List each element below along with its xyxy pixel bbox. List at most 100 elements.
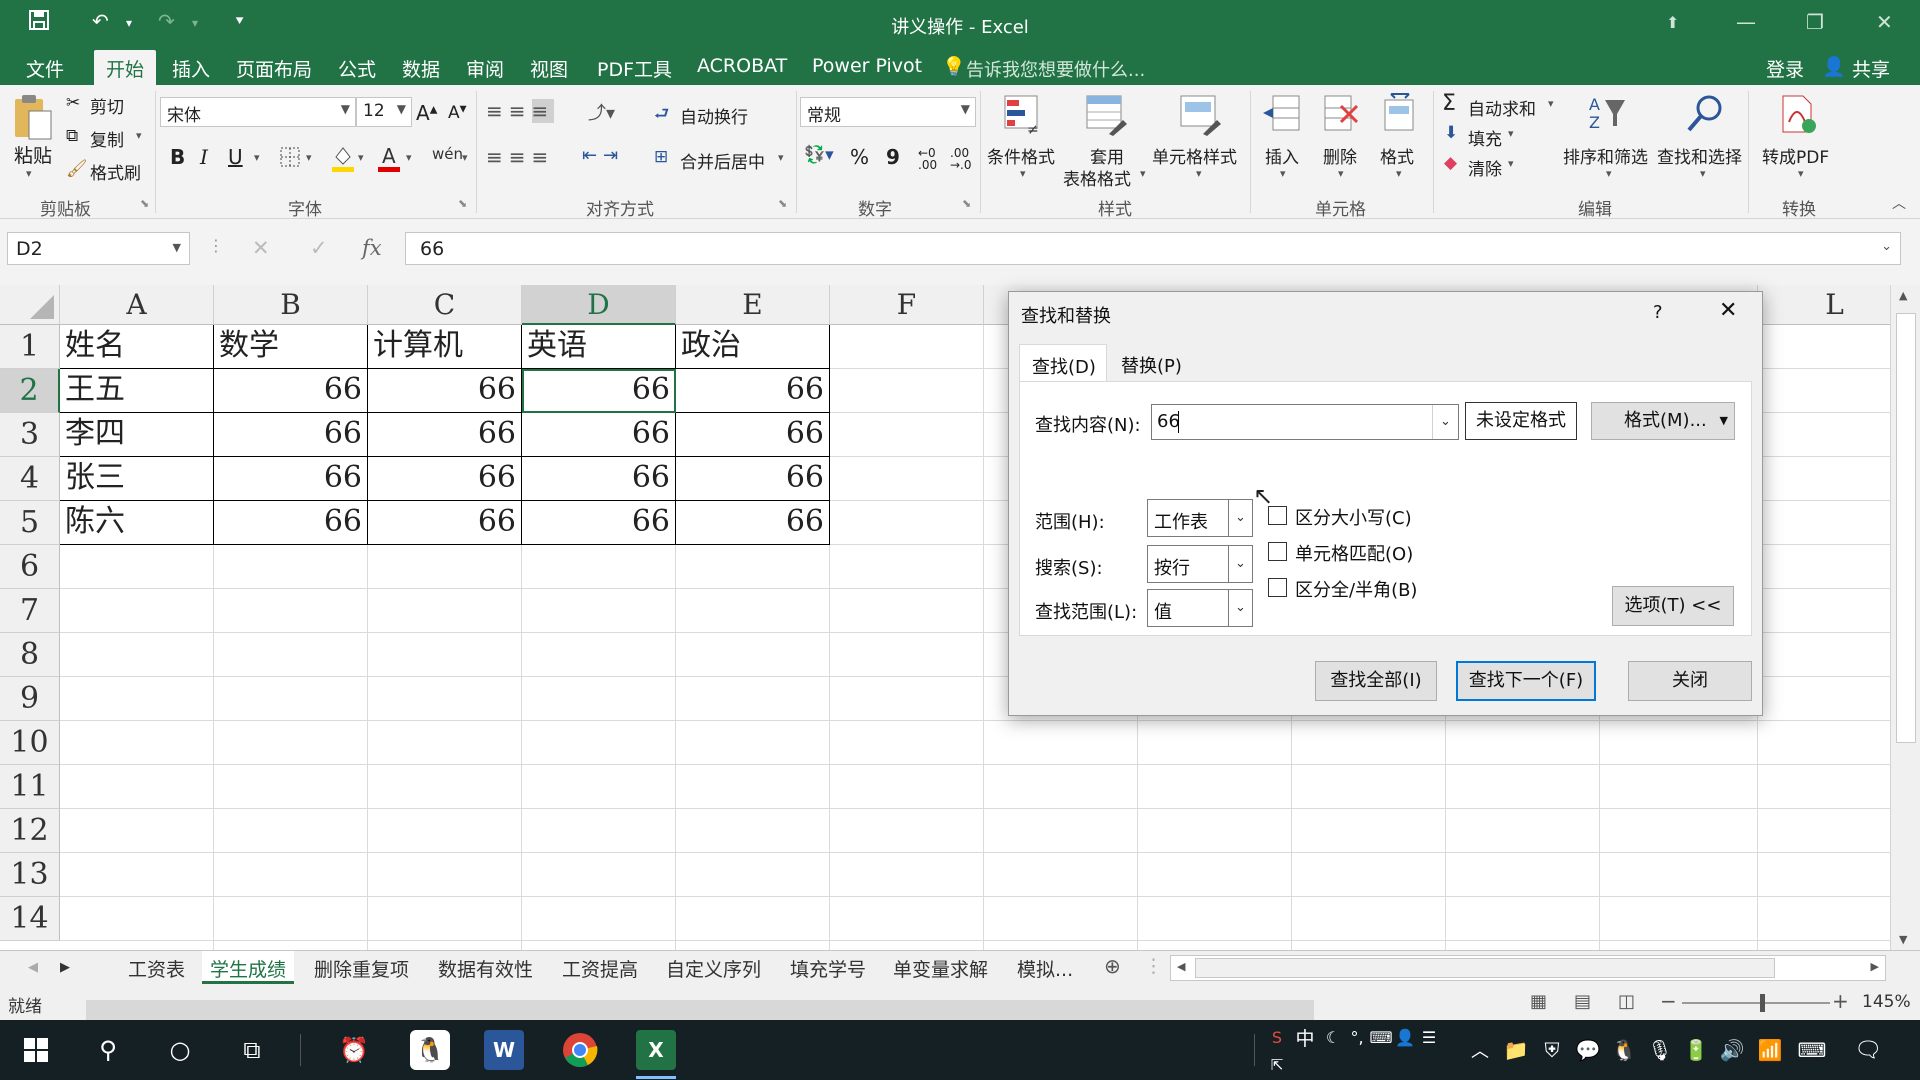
folder-tray-icon[interactable]: 📁 [1496,1030,1536,1070]
add-sheet-icon[interactable]: ⊕ [1104,954,1121,978]
fill-color-dropdown-icon[interactable]: ▾ [358,151,364,164]
select-all-corner[interactable] [0,285,60,325]
sheet-tab-fill-id[interactable]: 填充学号 [790,955,866,982]
tell-me-search[interactable]: 告诉我您想要做什么... [966,56,1145,82]
tab-scroll-left-icon[interactable]: ◀ [28,960,38,975]
paste-dropdown-icon[interactable]: ▾ [26,167,32,180]
cell-styles-dropdown-icon[interactable]: ▾ [1196,167,1202,180]
font-color-dropdown-icon[interactable]: ▾ [406,151,412,164]
volume-tray-icon[interactable]: 🔊 [1712,1030,1752,1070]
qq-tray-icon[interactable]: 🐧 [1604,1030,1644,1070]
clock-app-icon[interactable]: ⏰ [334,1030,374,1070]
cell-d5[interactable]: 66 [522,501,676,545]
tab-formulas[interactable]: 公式 [338,55,376,82]
sheet-tab-student-scores[interactable]: 学生成绩 [202,951,295,984]
sogou-ime-icon[interactable]: S [1264,1024,1290,1050]
page-layout-view-icon[interactable]: ▤ [1574,991,1591,1012]
find-select-button[interactable]: 查找和选择 [1657,143,1742,168]
cell-e3[interactable]: 66 [676,413,830,457]
number-format-select[interactable]: 常规 ▼ [800,97,976,127]
autosum-button[interactable]: 自动求和 [1468,95,1536,120]
underline-button[interactable]: U [228,145,243,169]
tab-review[interactable]: 审阅 [466,55,504,82]
row-header-5[interactable]: 5 [0,501,60,545]
cell-a1[interactable]: 姓名 [60,325,214,369]
delete-cells-button[interactable]: 删除 [1323,143,1357,168]
paste-icon[interactable] [10,93,56,143]
find-what-input[interactable]: 66 ⌄ [1151,404,1459,440]
font-name-select[interactable]: 宋体 ▼ [160,97,356,127]
cell-c1[interactable]: 计算机 [368,325,522,369]
cell-e2[interactable]: 66 [676,369,830,413]
row-header-9[interactable]: 9 [0,677,60,721]
delete-dropdown-icon[interactable]: ▾ [1338,167,1344,180]
cell-d2-selected[interactable]: 66 [522,369,676,413]
tab-file[interactable]: 文件 [26,55,64,82]
scroll-up-icon[interactable]: ▲ [1899,289,1907,302]
cell-b5[interactable]: 66 [214,501,368,545]
zoom-slider-thumb[interactable] [1760,994,1765,1012]
column-header-c[interactable]: C [368,285,522,325]
search-order-select[interactable]: 按行 ⌄ [1147,545,1253,583]
security-tray-icon[interactable]: ⛨ [1532,1030,1572,1070]
row-header-2[interactable]: 2 [0,369,60,413]
cell-c3[interactable]: 66 [368,413,522,457]
expand-ime-icon[interactable]: ⇱ [1264,1052,1290,1078]
tab-home[interactable]: 开始 [94,50,157,85]
tab-pdf-tools[interactable]: PDF工具 [597,55,672,82]
microphone-tray-icon[interactable]: 🎙 [1640,1030,1680,1070]
find-select-icon[interactable] [1682,91,1728,137]
ribbon-display-icon[interactable]: ⬆ [1666,13,1679,32]
conditional-format-dropdown-icon[interactable]: ▾ [1020,167,1026,180]
horizontal-scrollbar[interactable]: ◀ ▶ [1170,955,1886,981]
cell-a3[interactable]: 李四 [60,413,214,457]
row-header-8[interactable]: 8 [0,633,60,677]
row-header-1[interactable]: 1 [0,325,60,369]
formula-input[interactable]: 66 ⌄ [405,232,1901,265]
cancel-icon[interactable]: ✕ [252,236,270,260]
row-header-6[interactable]: 6 [0,545,60,589]
sheet-tab-salary[interactable]: 工资表 [128,955,185,982]
accounting-format-icon[interactable]: 💱▾ [804,145,834,165]
indent-icons[interactable]: ⇤⇥ [582,145,624,166]
zoom-level[interactable]: 145% [1862,992,1911,1012]
italic-button[interactable]: I [200,145,208,169]
borders-dropdown-icon[interactable]: ▾ [306,151,312,164]
chat-tray-icon[interactable]: 💬 [1568,1030,1608,1070]
cell-styles-button[interactable]: 单元格样式 [1152,143,1237,168]
insert-cells-icon[interactable] [1262,91,1302,137]
normal-view-icon[interactable]: ▦ [1530,991,1547,1012]
tab-insert[interactable]: 插入 [172,55,210,82]
borders-icon[interactable] [278,145,302,169]
column-header-b[interactable]: B [214,285,368,325]
column-header-d[interactable]: D [522,285,676,325]
chrome-icon[interactable] [560,1030,600,1070]
tab-view[interactable]: 视图 [530,55,568,82]
paste-button[interactable]: 粘贴 [14,141,52,168]
column-header-f[interactable]: F [830,285,984,325]
zoom-slider[interactable] [1682,1002,1830,1004]
percent-button[interactable]: % [850,145,869,169]
vertical-align-icons[interactable]: ≡≡≡ [486,99,555,123]
notification-center-icon[interactable]: 🗨 [1848,1030,1888,1070]
tab-acrobat[interactable]: ACROBAT [697,55,787,77]
autosum-dropdown-icon[interactable]: ▾ [1548,97,1554,110]
format-dropdown-icon[interactable]: ▾ [1396,167,1402,180]
tab-splitter-icon[interactable]: ⋮ [1144,955,1163,977]
column-header-e[interactable]: E [676,285,830,325]
decrease-decimal-icon[interactable]: .00 →.0 [950,147,972,171]
sheet-tab-data-validation[interactable]: 数据有效性 [438,955,533,982]
find-history-dropdown-icon[interactable]: ⌄ [1432,405,1458,439]
clear-dropdown-icon[interactable]: ▾ [1508,157,1514,170]
format-painter-button[interactable]: 格式刷 [90,159,141,184]
font-color-icon[interactable]: A [376,143,402,173]
cell-c2[interactable]: 66 [368,369,522,413]
network-tray-icon[interactable]: 📶 [1750,1030,1790,1070]
font-launcher-icon[interactable]: ⬊ [458,197,467,210]
insert-function-icon[interactable]: fx [362,236,382,260]
close-window-icon[interactable]: ✕ [1876,10,1893,34]
close-dialog-button[interactable]: 关闭 [1628,661,1752,701]
tab-page-layout[interactable]: 页面布局 [236,55,312,82]
row-header-4[interactable]: 4 [0,457,60,501]
merge-center-button[interactable]: 合并后居中 [680,148,765,173]
